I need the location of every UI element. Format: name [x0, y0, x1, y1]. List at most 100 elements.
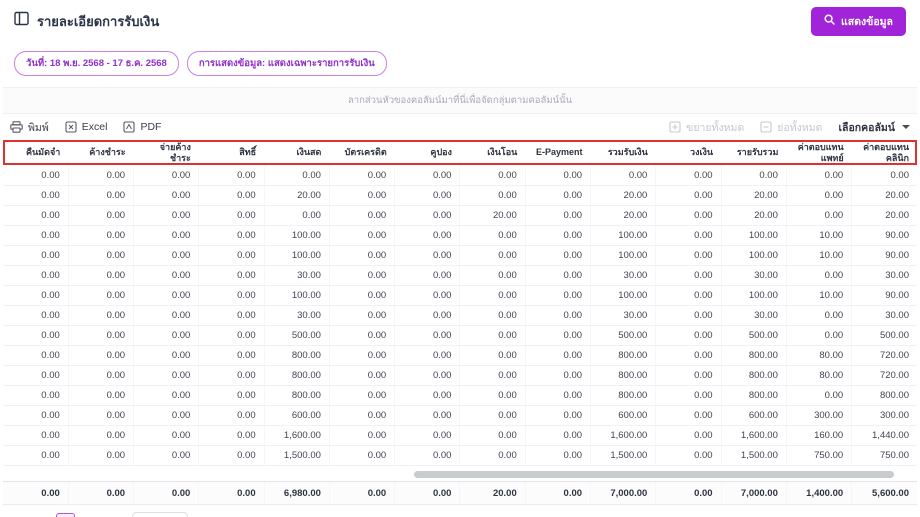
cell: 0.00	[328, 385, 395, 407]
cell: 0.00	[3, 285, 69, 307]
print-button[interactable]: พิมพ์	[10, 119, 49, 136]
cell: 0.00	[394, 225, 460, 247]
cell: 0.00	[198, 385, 265, 407]
cell: 0.00	[655, 405, 722, 427]
column-header-4[interactable]: สิทธิ์	[199, 140, 264, 166]
cell: 100.00	[720, 285, 787, 307]
cell: 100.00	[590, 225, 656, 247]
cell: 0.00	[394, 445, 460, 467]
column-header-1[interactable]: คืนมัดจำ	[3, 140, 68, 166]
column-header-12[interactable]: รายรับรวม	[721, 140, 786, 166]
column-header-3[interactable]: จ่ายค้างชำระ	[134, 140, 199, 166]
collapse-all-label: ย่อทั้งหมด	[777, 121, 823, 134]
cell: 1,600.00	[590, 425, 656, 447]
cell: 0.00	[67, 265, 134, 287]
column-header-9[interactable]: E-Payment	[525, 140, 590, 166]
cell: 20.00	[590, 205, 656, 227]
choose-columns-button[interactable]: เลือกคอลัมน์	[838, 119, 910, 136]
cell: 800.00	[851, 385, 917, 407]
cell: 0.00	[394, 345, 460, 367]
current-page-button[interactable]: 1	[56, 513, 75, 517]
cell: 500.00	[263, 325, 330, 347]
cell: 20.00	[590, 185, 656, 207]
total-cell: 0.00	[655, 481, 722, 506]
column-header-13[interactable]: ค่าตอบแทนแพทย์	[786, 140, 851, 166]
cell: 30.00	[590, 305, 656, 327]
cell: 100.00	[263, 285, 330, 307]
date-filter-chip[interactable]: วันที่: 18 พ.ย. 2568 - 17 ธ.ค. 2568	[14, 51, 179, 76]
cell: 500.00	[720, 325, 787, 347]
first-page-button[interactable]: «	[12, 513, 31, 517]
show-data-button[interactable]: แสดงข้อมูล	[811, 6, 906, 36]
cell: 0.00	[655, 285, 722, 307]
cell: 0.00	[328, 305, 395, 327]
cell: 30.00	[590, 265, 656, 287]
cell: 90.00	[851, 285, 917, 307]
cell: 0.00	[524, 225, 591, 247]
display-filter-chip[interactable]: การแสดงข้อมูล: แสดงเฉพาะรายการรับเงิน	[186, 51, 387, 76]
cell: 1,500.00	[263, 445, 330, 467]
column-header-6[interactable]: บัตรเครดิต	[329, 140, 394, 166]
cell: 0.00	[394, 385, 460, 407]
table-row: 0.00 0.00 0.00 0.00 800.00 0.00 0.00 0.00 0.00 80…	[3, 385, 917, 407]
cell: 800.00	[590, 365, 656, 387]
cell: 0.00	[459, 425, 526, 447]
cell: 0.00	[67, 185, 134, 207]
total-cell: 0.00	[3, 481, 69, 506]
cell: 0.00	[67, 365, 134, 387]
show-data-button-label: แสดงข้อมูล	[841, 15, 893, 28]
collapse-all-button[interactable]: ย่อทั้งหมด	[760, 119, 822, 136]
group-by-panel[interactable]: ลากส่วนหัวของคอลัมน์มาที่นี่เพื่อจัดกลุ่…	[3, 87, 917, 114]
cell: 0.00	[3, 445, 69, 467]
cell: 20.00	[851, 205, 917, 227]
total-cell: 0.00	[328, 481, 395, 506]
cell: 1,600.00	[720, 425, 787, 447]
table-row: 0.00 0.00 0.00 0.00 0.00 0.00 0.00 0.00 0.00 0.00…	[3, 165, 917, 187]
page-size-select[interactable]: 20	[132, 512, 188, 517]
column-header-11[interactable]: วงเงิน	[656, 140, 721, 166]
last-page-button[interactable]: »	[100, 513, 119, 517]
column-header-8[interactable]: เงินโอน	[460, 140, 525, 166]
cell: 0.00	[785, 265, 852, 287]
cell: 0.00	[133, 385, 199, 407]
table-row: 0.00 0.00 0.00 0.00 30.00 0.00 0.00 0.00 0.00 30.…	[3, 265, 917, 287]
table-row: 0.00 0.00 0.00 0.00 1,600.00 0.00 0.00 0.00 0.00…	[3, 425, 917, 447]
pdf-file-icon	[123, 121, 136, 133]
total-cell: 6,980.00	[263, 481, 330, 506]
cell: 0.00	[459, 385, 526, 407]
cell: 0.00	[198, 425, 265, 447]
cell: 30.00	[851, 305, 917, 327]
column-header-5[interactable]: เงินสด	[264, 140, 329, 166]
previous-page-button[interactable]: ‹	[34, 513, 53, 517]
column-header-10[interactable]: รวมรับเงิน	[591, 140, 656, 166]
column-header-7[interactable]: คูปอง	[395, 140, 460, 166]
cell: 0.00	[198, 445, 265, 467]
table-row: 0.00 0.00 0.00 0.00 30.00 0.00 0.00 0.00 0.00 30.…	[3, 305, 917, 327]
pager: « ‹ 1 › » 20	[12, 512, 188, 517]
expand-all-icon	[669, 121, 681, 133]
export-pdf-button[interactable]: PDF	[123, 121, 161, 133]
cell: 0.00	[459, 305, 526, 327]
cell: 10.00	[785, 245, 852, 267]
next-page-button[interactable]: ›	[78, 513, 97, 517]
total-cell: 0.00	[67, 481, 134, 506]
cell: 30.00	[851, 265, 917, 287]
column-header-2[interactable]: ค้างชำระ	[68, 140, 133, 166]
total-cell: 0.00	[198, 481, 265, 506]
cell: 0.00	[394, 365, 460, 387]
expand-all-button[interactable]: ขยายทั้งหมด	[669, 119, 744, 136]
export-excel-button[interactable]: Excel	[65, 121, 107, 133]
cell: 0.00	[198, 225, 265, 247]
cell: 0.00	[328, 405, 395, 427]
cell: 0.00	[459, 285, 526, 307]
total-cell: 0.00	[394, 481, 460, 506]
cell: 0.00	[67, 225, 134, 247]
cell: 100.00	[720, 245, 787, 267]
column-header-14[interactable]: ค่าตอบแทนคลินิก	[852, 140, 917, 166]
cell: 0.00	[328, 265, 395, 287]
cell: 0.00	[3, 165, 69, 187]
cell: 300.00	[851, 405, 917, 427]
cell: 0.00	[133, 285, 199, 307]
horizontal-scrollbar-thumb[interactable]	[414, 471, 895, 479]
totals-row: 0.00 0.00 0.00 0.00 6,980.00 0.00 0.00 20.00 0.0…	[3, 481, 917, 506]
